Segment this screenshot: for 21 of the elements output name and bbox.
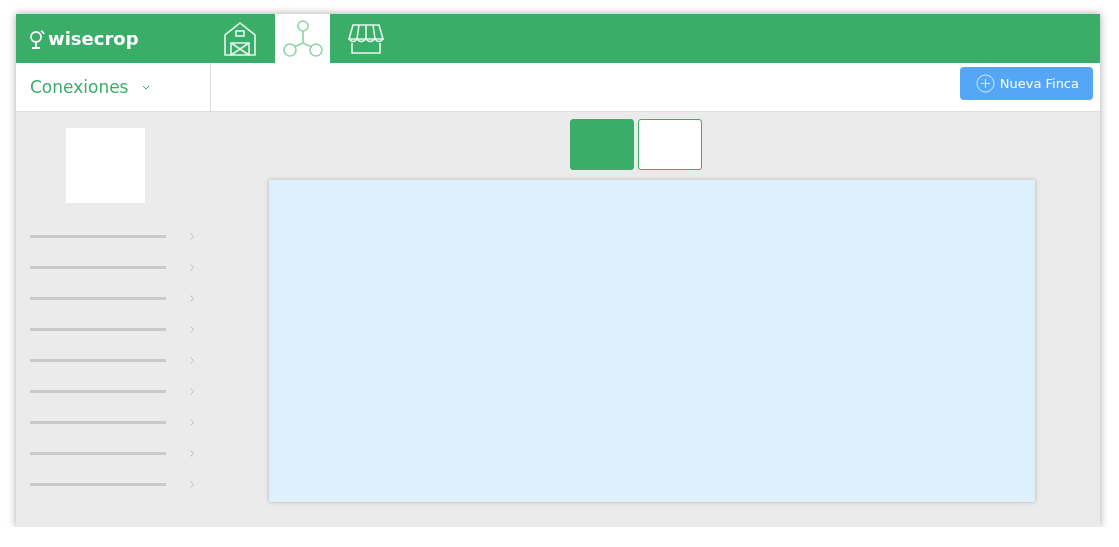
logo-icon: [28, 28, 46, 49]
barn-icon: [222, 20, 257, 57]
chevron-right-icon[interactable]: [190, 264, 194, 271]
section-title[interactable]: Conexiones: [30, 77, 129, 97]
chevron-right-icon[interactable]: [190, 388, 194, 395]
view-toggle-button[interactable]: [637, 119, 702, 170]
logo-text: wisecrop: [48, 28, 139, 49]
chevron-right-icon[interactable]: [190, 481, 194, 488]
plus-circle-icon: [975, 74, 995, 93]
market-icon: [346, 22, 385, 55]
view-toggle-button[interactable]: [569, 119, 634, 170]
chevron-right-icon[interactable]: [190, 233, 194, 240]
chevron-down-icon[interactable]: [142, 84, 151, 90]
chevron-right-icon[interactable]: [190, 295, 194, 302]
nav-tab[interactable]: [275, 14, 330, 63]
chevron-right-icon[interactable]: [190, 450, 194, 457]
chevron-right-icon[interactable]: [190, 326, 194, 333]
new-farm-button[interactable]: Nueva Finca: [959, 67, 1093, 100]
chevron-right-icon[interactable]: [190, 419, 194, 426]
network-icon: [282, 19, 323, 58]
chevron-right-icon[interactable]: [190, 357, 194, 364]
